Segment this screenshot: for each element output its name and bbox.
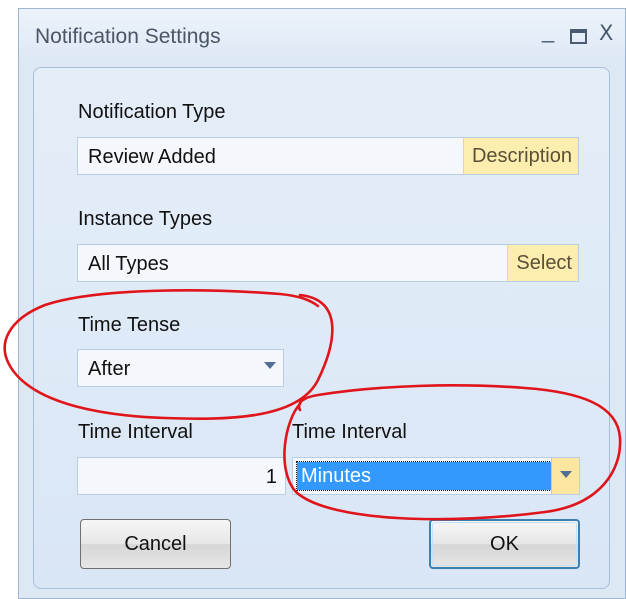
select-button[interactable]: Select xyxy=(507,245,578,281)
time-interval-unit-value: Minutes xyxy=(301,465,372,487)
chevron-down-icon xyxy=(560,471,572,478)
time-interval-unit-dropdown[interactable]: Minutes xyxy=(292,457,580,495)
ok-button[interactable]: OK xyxy=(429,519,580,569)
instance-types-field[interactable]: All Types Select xyxy=(77,244,579,282)
instance-types-label: Instance Types xyxy=(78,208,213,230)
instance-types-value: All Types xyxy=(88,253,169,275)
chevron-down-icon[interactable] xyxy=(264,362,276,369)
notification-settings-window: Notification Settings _ X Notification T… xyxy=(18,8,626,599)
settings-panel: Notification Type Review Added Descripti… xyxy=(33,67,610,589)
ok-button-label: OK xyxy=(490,533,519,555)
dropdown-button[interactable] xyxy=(551,458,579,494)
title-bar[interactable]: Notification Settings _ X xyxy=(19,9,625,61)
notification-type-value: Review Added xyxy=(88,146,216,168)
close-button[interactable]: X xyxy=(599,21,613,45)
time-tense-dropdown[interactable]: After xyxy=(77,349,284,387)
notification-type-field[interactable]: Review Added Description xyxy=(77,137,579,175)
time-tense-label: Time Tense xyxy=(78,314,181,336)
time-interval-number-value: 1 xyxy=(265,466,277,488)
minimize-button[interactable]: _ xyxy=(542,19,554,43)
notification-type-label: Notification Type xyxy=(78,101,226,123)
description-button[interactable]: Description xyxy=(462,138,578,174)
maximize-button[interactable] xyxy=(570,21,587,49)
selected-option: Minutes xyxy=(296,461,552,491)
time-interval-number-input[interactable]: 1 xyxy=(77,457,286,495)
maximize-icon xyxy=(570,29,587,44)
window-title: Notification Settings xyxy=(35,25,221,48)
time-interval-number-label: Time Interval xyxy=(78,421,193,443)
time-tense-value: After xyxy=(88,358,131,380)
time-interval-unit-label: Time Interval xyxy=(292,421,407,443)
cancel-button[interactable]: Cancel xyxy=(80,519,231,569)
